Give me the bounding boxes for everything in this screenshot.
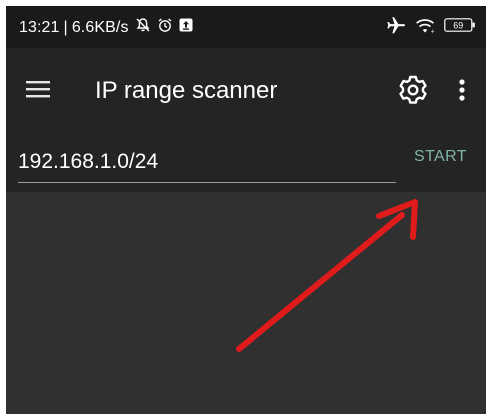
- upload-notification-icon: [179, 18, 193, 37]
- more-vert-icon[interactable]: [454, 74, 470, 106]
- status-bar: 13:21 | 6.6KB/s + 69: [6, 6, 486, 48]
- status-right: + 69: [378, 16, 476, 39]
- start-button[interactable]: START: [414, 148, 467, 166]
- gear-icon[interactable]: [397, 74, 429, 106]
- alarm-icon: [157, 17, 173, 38]
- status-left: 13:21 | 6.6KB/s: [19, 17, 193, 38]
- hamburger-menu-icon[interactable]: [26, 80, 52, 102]
- network-speed: 6.6KB/s: [71, 18, 129, 36]
- wifi-icon: +: [414, 16, 436, 39]
- phone-screen: 13:21 | 6.6KB/s + 69 IP range scanner 19…: [6, 6, 486, 414]
- airplane-mode-icon: [386, 16, 406, 39]
- page-title: IP range scanner: [95, 77, 278, 104]
- notifications-muted-icon: [135, 17, 151, 38]
- battery-level: 69: [453, 21, 463, 31]
- scan-input-bar: START: [6, 138, 486, 192]
- results-area: [6, 192, 486, 414]
- app-toolbar: IP range scanner: [6, 48, 486, 138]
- battery-icon: 69: [444, 16, 476, 39]
- status-separator: |: [63, 18, 68, 36]
- svg-text:+: +: [431, 29, 435, 34]
- ip-range-input[interactable]: [18, 144, 396, 183]
- status-time: 13:21: [19, 18, 60, 36]
